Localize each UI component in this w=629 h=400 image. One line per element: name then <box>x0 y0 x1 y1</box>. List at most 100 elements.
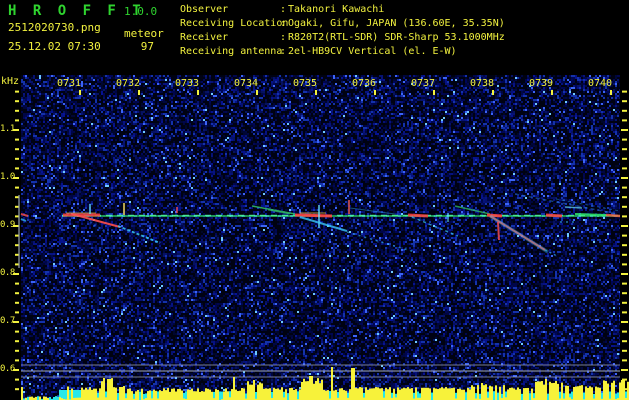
amplitude-bar <box>467 387 469 400</box>
freq-tick-right <box>621 225 628 227</box>
freq-unit-label: kHz <box>1 76 20 87</box>
freq-tick-right <box>622 330 627 333</box>
amplitude-bar <box>207 388 209 400</box>
amplitude-bar <box>509 387 511 400</box>
amplitude-bar <box>459 388 461 400</box>
amplitude-bar <box>153 389 155 400</box>
freq-tick-left <box>15 167 19 170</box>
time-label: 0737 <box>410 78 436 89</box>
amplitude-bar <box>253 380 255 400</box>
time-tick <box>551 90 553 95</box>
amplitude-bar <box>93 388 95 400</box>
amplitude-bar <box>539 381 541 400</box>
amplitude-bar <box>349 389 351 400</box>
amplitude-bar <box>613 380 615 400</box>
amplitude-bar <box>323 389 325 400</box>
time-tick <box>79 90 81 95</box>
freq-tick-right <box>622 292 627 295</box>
time-tick <box>197 90 199 95</box>
amplitude-bar <box>163 388 165 400</box>
hrofft-window: H R O F F T 1.0.0 2512020730.png meteor … <box>0 0 629 400</box>
amplitude-bar <box>345 390 347 400</box>
amplitude-bar <box>155 390 157 400</box>
freq-tick-right <box>622 215 627 218</box>
amplitude-bar <box>261 383 263 400</box>
freq-tick-right <box>622 167 627 170</box>
amplitude-bar <box>71 388 73 400</box>
freq-tick-left <box>15 330 19 333</box>
amplitude-bar <box>215 389 217 400</box>
amplitude-bar <box>461 389 463 400</box>
amplitude-bar-cyan <box>69 390 71 400</box>
amplitude-bar <box>237 391 239 400</box>
amplitude-bar <box>231 389 233 400</box>
meteor-echo-trace <box>555 198 621 212</box>
amplitude-bar-cyan <box>55 396 57 400</box>
amplitude-bar <box>265 388 267 400</box>
amplitude-bar <box>389 387 391 400</box>
amplitude-bar <box>567 385 569 400</box>
amplitude-bar-cyan <box>521 393 523 400</box>
amplitude-bar <box>341 388 343 400</box>
freq-tick-left <box>15 388 19 391</box>
amplitude-bar-cyan <box>497 392 499 400</box>
freq-tick-right <box>622 186 627 189</box>
amplitude-bar <box>515 389 517 400</box>
amplitude-bar <box>289 388 291 400</box>
amplitude-bar <box>365 387 367 400</box>
amplitude-bar <box>449 388 451 400</box>
freq-tick-left <box>15 311 19 314</box>
amplitude-bar <box>405 388 407 400</box>
amplitude-bar <box>561 382 563 400</box>
amplitude-bar <box>585 386 587 400</box>
amplitude-bar <box>21 387 23 400</box>
amplitude-bar <box>361 387 363 400</box>
amplitude-bar-cyan <box>63 390 65 400</box>
freq-label: 0.6 <box>0 364 15 374</box>
amplitude-bar <box>109 379 111 400</box>
freq-tick-right <box>622 196 627 199</box>
freq-tick-left <box>15 301 19 304</box>
amplitude-bar <box>483 385 485 400</box>
freq-tick-right <box>622 100 627 103</box>
amplitude-bar <box>285 389 287 400</box>
meteor-echo-trace <box>411 216 459 237</box>
amplitude-bar <box>335 389 337 400</box>
amplitude-bar <box>177 388 179 400</box>
amplitude-bar-cyan <box>571 391 573 400</box>
amplitude-bar <box>303 378 305 400</box>
amplitude-bar <box>279 389 281 400</box>
amplitude-bar <box>273 387 275 400</box>
amplitude-bar <box>379 388 381 400</box>
amplitude-bar <box>545 379 547 400</box>
amplitude-bar <box>311 376 313 400</box>
amplitude-bar <box>333 390 335 400</box>
amplitude-bar <box>275 388 277 400</box>
meteor-echo-trace <box>486 213 503 218</box>
amplitude-bar <box>477 385 479 400</box>
amplitude-bar <box>243 388 245 400</box>
amplitude-bar <box>187 389 189 400</box>
amplitude-bar <box>393 388 395 400</box>
freq-tick-right <box>622 157 627 160</box>
freq-tick-right <box>622 301 627 304</box>
amplitude-bar <box>377 387 379 400</box>
amplitude-bar <box>489 385 491 400</box>
meteor-echo-trace <box>251 205 296 215</box>
amplitude-bar <box>359 387 361 400</box>
amplitude-bar <box>371 388 373 400</box>
meteor-echo-trace <box>497 221 500 241</box>
freq-tick-left <box>15 186 19 189</box>
amplitude-bar <box>517 387 519 400</box>
amplitude-bar <box>385 387 387 400</box>
amplitude-bar-cyan <box>583 392 585 400</box>
meteor-echo-trace <box>605 213 621 218</box>
amplitude-bar <box>611 382 613 400</box>
amplitude-bar <box>355 387 357 400</box>
freq-tick-left <box>15 292 19 295</box>
time-label: 0734 <box>233 78 259 89</box>
amplitude-bar <box>503 385 505 400</box>
amplitude-bar <box>373 388 375 400</box>
freq-tick-right <box>622 359 627 362</box>
amplitude-bar <box>591 387 593 400</box>
